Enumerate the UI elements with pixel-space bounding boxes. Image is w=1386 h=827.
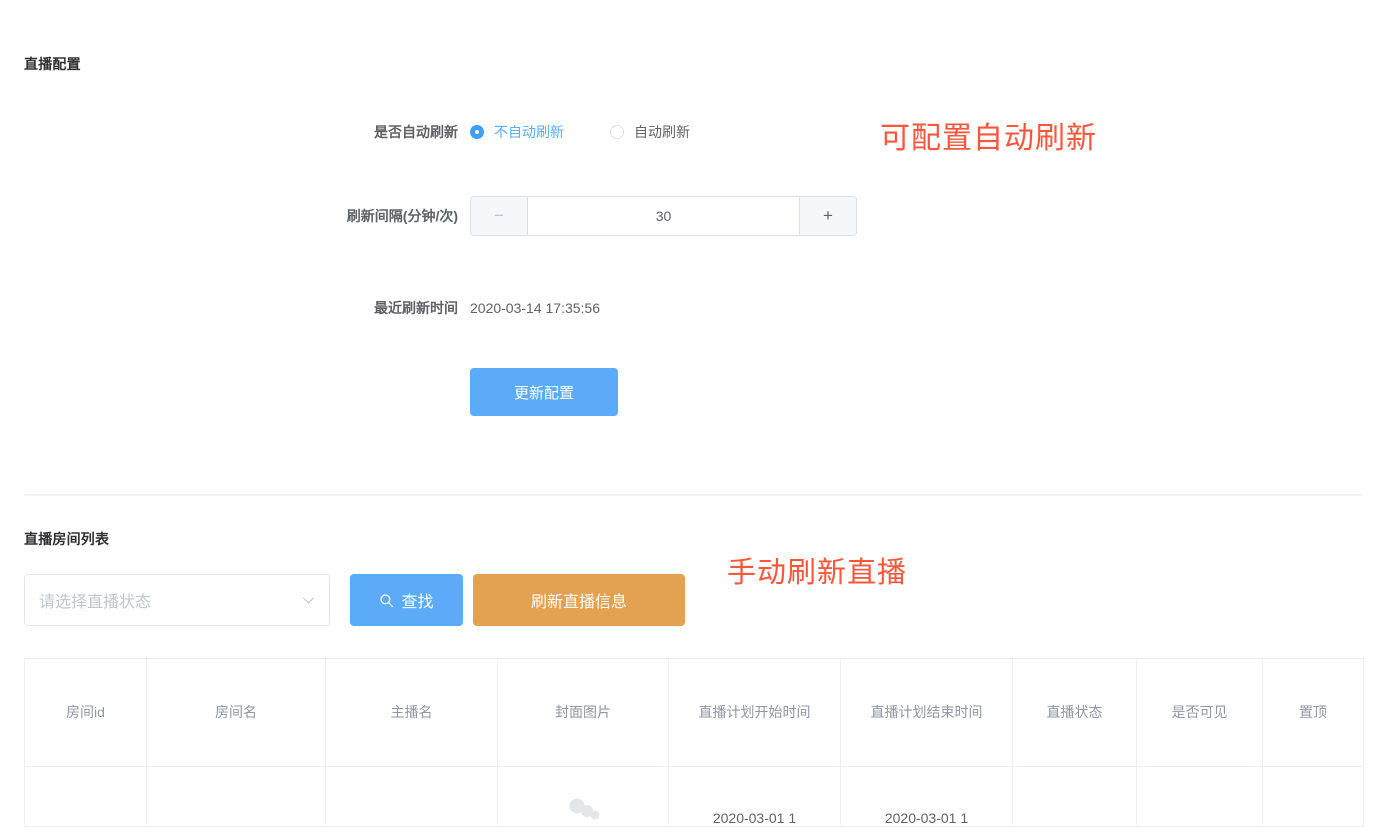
column-header-plan-end: 直播计划结束时间 bbox=[841, 659, 1013, 767]
column-header-cover-image: 封面图片 bbox=[498, 659, 669, 767]
update-config-row: 更新配置 bbox=[0, 372, 1386, 412]
radio-no-auto-refresh[interactable]: 不自动刷新 bbox=[470, 122, 564, 142]
radio-auto-refresh[interactable]: 自动刷新 bbox=[610, 122, 690, 142]
image-placeholder-icon bbox=[564, 793, 602, 823]
radio-dot-unselected-icon bbox=[610, 125, 624, 139]
live-room-table: 房间id 房间名 主播名 封面图片 直播计划开始时间 直播计划结束时间 直播状态… bbox=[24, 658, 1364, 827]
section-divider bbox=[24, 494, 1363, 496]
column-header-live-status: 直播状态 bbox=[1013, 659, 1137, 767]
cell-room-name bbox=[147, 767, 326, 827]
cell-visible bbox=[1137, 767, 1263, 827]
radio-auto-refresh-label: 自动刷新 bbox=[634, 122, 690, 142]
last-refresh-value: 2020-03-14 17:35:56 bbox=[470, 288, 600, 328]
auto-refresh-row: 是否自动刷新 不自动刷新 自动刷新 bbox=[0, 112, 1386, 152]
refresh-interval-input[interactable] bbox=[528, 197, 799, 235]
cell-pinned bbox=[1263, 767, 1364, 827]
search-button-label: 查找 bbox=[401, 588, 433, 612]
cell-plan-end-time: 2020-03-01 1 bbox=[841, 767, 1013, 827]
search-bar: 请选择直播状态 查找 刷新直播信息 bbox=[24, 574, 685, 626]
refresh-interval-row: 刷新间隔(分钟/次) − + bbox=[0, 196, 1386, 236]
refresh-live-info-button[interactable]: 刷新直播信息 bbox=[473, 574, 685, 626]
cell-plan-start-time: 2020-03-01 1 bbox=[669, 767, 841, 827]
table-row[interactable]: 2020-03-01 1 2020-03-01 1 bbox=[25, 767, 1364, 827]
last-refresh-label: 最近刷新时间 bbox=[0, 288, 470, 328]
last-refresh-row: 最近刷新时间 2020-03-14 17:35:56 bbox=[0, 288, 1386, 328]
cell-room-id bbox=[25, 767, 147, 827]
refresh-interval-stepper[interactable]: − + bbox=[470, 196, 857, 236]
live-status-select-placeholder: 请选择直播状态 bbox=[39, 588, 302, 612]
table-header-row: 房间id 房间名 主播名 封面图片 直播计划开始时间 直播计划结束时间 直播状态… bbox=[25, 659, 1364, 767]
annotation-manual-refresh: 手动刷新直播 bbox=[727, 549, 907, 591]
column-header-anchor-name: 主播名 bbox=[326, 659, 498, 767]
column-header-room-name: 房间名 bbox=[147, 659, 326, 767]
radio-no-auto-refresh-label: 不自动刷新 bbox=[494, 122, 564, 142]
auto-refresh-label: 是否自动刷新 bbox=[0, 112, 470, 152]
auto-refresh-radio-group[interactable]: 不自动刷新 自动刷新 bbox=[470, 122, 690, 142]
live-room-list-title: 直播房间列表 bbox=[24, 529, 109, 549]
refresh-interval-label: 刷新间隔(分钟/次) bbox=[0, 196, 470, 236]
column-header-plan-start: 直播计划开始时间 bbox=[669, 659, 841, 767]
search-icon bbox=[379, 593, 394, 608]
live-status-select[interactable]: 请选择直播状态 bbox=[24, 574, 330, 626]
live-config-title: 直播配置 bbox=[24, 54, 81, 74]
column-header-visible: 是否可见 bbox=[1137, 659, 1263, 767]
update-config-button[interactable]: 更新配置 bbox=[470, 368, 618, 416]
plus-icon[interactable]: + bbox=[799, 197, 856, 235]
radio-dot-selected-icon bbox=[470, 125, 484, 139]
column-header-room-id: 房间id bbox=[25, 659, 147, 767]
annotation-auto-refresh: 可配置自动刷新 bbox=[880, 113, 1097, 157]
cell-anchor-name bbox=[326, 767, 498, 827]
column-header-pinned: 置顶 bbox=[1263, 659, 1364, 767]
cell-live-status bbox=[1013, 767, 1137, 827]
minus-icon[interactable]: − bbox=[471, 197, 528, 235]
cell-cover-image bbox=[498, 767, 669, 827]
chevron-down-icon bbox=[302, 594, 315, 607]
search-button[interactable]: 查找 bbox=[350, 574, 463, 626]
